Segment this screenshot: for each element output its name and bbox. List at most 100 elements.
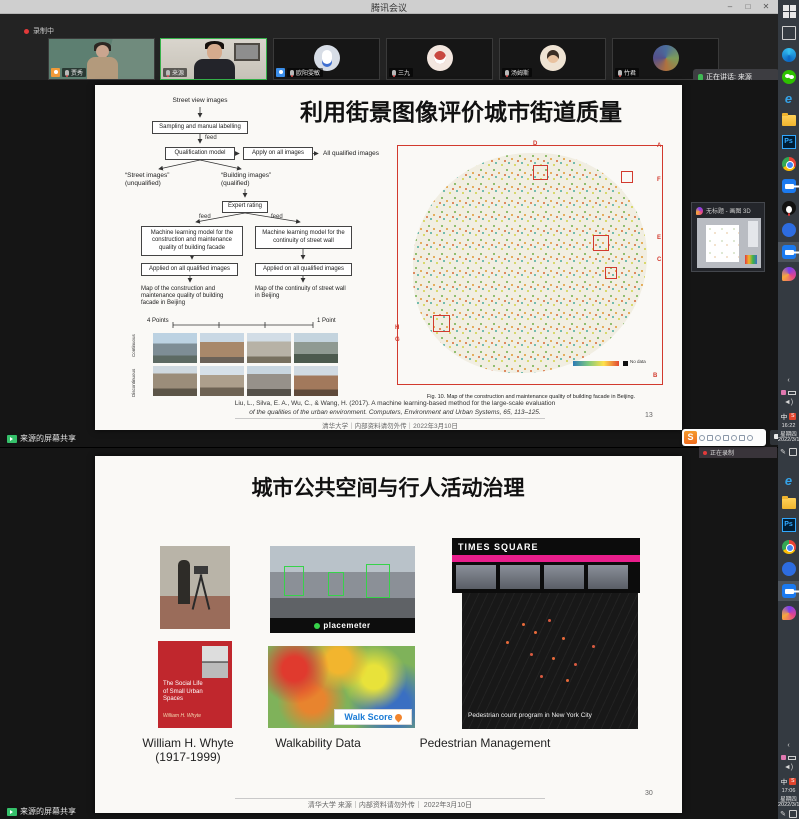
file-explorer-icon[interactable] <box>782 115 796 126</box>
avatar <box>540 45 566 71</box>
flow-sampling: Sampling and manual labelling <box>152 121 248 134</box>
continuous-label: Continuous <box>131 334 136 357</box>
toolbox-icon[interactable] <box>747 435 753 441</box>
battery-icon <box>788 756 796 760</box>
chrome-icon[interactable] <box>782 540 796 554</box>
streetview-photo <box>247 333 291 363</box>
internet-explorer-icon[interactable]: e <box>782 92 796 106</box>
tencent-docs-icon[interactable] <box>782 562 796 576</box>
participant-5-name: 汤姆斯 <box>511 68 529 77</box>
clock-time[interactable]: 16:22 <box>778 423 799 429</box>
action-center-icon <box>789 448 797 456</box>
action-center-icon <box>789 810 797 818</box>
participant-6-namechip: 竹君 <box>615 68 639 77</box>
streetview-photo <box>153 366 197 396</box>
windows-taskbar: e Ps ‹ ◄) 中 S 16:22 星期四 2022/3/10 ✎ e Ps <box>778 0 799 819</box>
streetview-photo <box>200 366 244 396</box>
flow-qualification-model: Qualification model <box>165 147 235 160</box>
paint3d-icon[interactable] <box>782 606 796 620</box>
sogou-logo-icon[interactable]: S <box>684 431 697 444</box>
times-square-website: TIMES SQUARE <box>452 538 640 593</box>
book-cover: The Social Life of Small Urban Spaces Wi… <box>158 641 232 728</box>
battery-icon <box>788 391 796 395</box>
chrome-icon[interactable] <box>782 157 796 171</box>
flow-apply-on-all-images: Apply on all images <box>243 147 313 160</box>
meeting-app-icon[interactable] <box>782 179 796 193</box>
photoshop-icon[interactable]: Ps <box>782 135 796 149</box>
participant-2-namechip: 来源 <box>163 68 187 77</box>
task-view-button[interactable] <box>782 26 796 40</box>
volume-icon[interactable]: ◄) <box>778 764 799 771</box>
tray-status-icons[interactable] <box>780 755 797 760</box>
slide-footer: 清华大学 来源｜内部资料请勿外传｜ 2022年3月10日 <box>195 800 585 810</box>
participant-video-3[interactable]: 欧阳雯敏 <box>273 38 380 80</box>
clock-time[interactable]: 17:06 <box>778 788 799 794</box>
keyboard-icon[interactable] <box>739 435 745 441</box>
mic-muted-icon <box>618 70 622 76</box>
start-button[interactable] <box>782 4 796 18</box>
flow-feed-2: feed <box>199 214 211 220</box>
caption-pedestrian: Pedestrian Management <box>405 736 565 750</box>
recording-dot-icon <box>703 451 707 455</box>
participant-video-2[interactable]: 来源 <box>160 38 267 80</box>
touch-keyboard-row[interactable]: ✎ <box>778 448 799 456</box>
flow-applied-1: Applied on all qualified images <box>141 263 238 276</box>
input-method-tray[interactable]: 中 S <box>778 776 799 786</box>
paint3d-icon[interactable] <box>782 267 796 281</box>
map-nodata-label: No data <box>630 359 646 364</box>
clock-date[interactable]: 2022/3/10 <box>778 802 799 808</box>
paint3d-taskbar-preview[interactable]: 无标题 - 画图 3D <box>691 202 765 272</box>
participant-4-name: 三九 <box>398 68 410 77</box>
participant-video-5[interactable]: 汤姆斯 <box>499 38 606 80</box>
paint3d-preview-thumbnail[interactable] <box>697 218 761 268</box>
flow-feed-1: feed <box>205 135 217 141</box>
window-titlebar: 腾讯会议 – □ ✕ <box>0 0 778 14</box>
slide-30: 城市公共空间与行人活动治理 The Social Life of Small U… <box>95 456 682 813</box>
fullhalf-icon[interactable] <box>707 435 713 441</box>
file-explorer-icon[interactable] <box>782 498 796 509</box>
book-author: William H. Whyte <box>163 713 223 719</box>
meeting-app-active-icon[interactable] <box>782 584 796 598</box>
flow-expert-rating: Expert rating <box>222 201 268 213</box>
slide-title: 城市公共空间与行人活动治理 <box>213 472 563 502</box>
minimize-button[interactable]: – <box>722 1 738 13</box>
tencent-docs-icon[interactable] <box>782 223 796 237</box>
volume-icon[interactable]: ◄) <box>778 399 799 406</box>
punctuation-icon[interactable] <box>715 435 721 441</box>
participant-video-1[interactable]: 贾秀 <box>48 38 155 80</box>
pen-icon: ✎ <box>780 810 786 818</box>
paint3d-icon <box>696 207 703 215</box>
participant-video-4[interactable]: 三九 <box>386 38 493 80</box>
screen-share-icon <box>7 808 17 816</box>
screen-share-2: 城市公共空间与行人活动治理 The Social Life of Small U… <box>0 447 778 819</box>
participant-6-name: 竹君 <box>624 68 636 77</box>
edge-icon[interactable] <box>782 48 796 62</box>
emoji-icon[interactable] <box>723 435 729 441</box>
clock-date[interactable]: 2022/3/10 <box>778 437 799 443</box>
placemeter-label: placemeter <box>323 621 370 630</box>
map-marker-E: E <box>657 235 661 241</box>
footer-divider <box>235 418 545 419</box>
photoshop-icon[interactable]: Ps <box>782 518 796 532</box>
touch-keyboard-row[interactable]: ✎ <box>778 810 799 818</box>
slide-13: 利用街景图像评价城市街道质量 Street view imag <box>95 85 682 430</box>
close-button[interactable]: ✕ <box>758 1 774 13</box>
hidden-icons-chevron[interactable]: ‹ <box>778 742 799 749</box>
map-sample-box <box>593 235 609 251</box>
wechat-icon[interactable] <box>782 70 796 84</box>
wall-picture <box>234 43 260 61</box>
citation-line-1: Liu, L., Silva, E. A., Wu, C., & Wang, H… <box>180 400 610 407</box>
walkscore-heatmap: Walk Score <box>268 646 415 728</box>
sogou-input-toolbar[interactable]: S <box>682 429 766 446</box>
pen-icon: ✎ <box>780 448 786 456</box>
map-legend-gradient <box>573 361 619 366</box>
tray-status-icons[interactable] <box>780 390 797 395</box>
voice-icon[interactable] <box>731 435 737 441</box>
maximize-button[interactable]: □ <box>740 1 756 13</box>
input-method-tray[interactable]: 中 S <box>778 411 799 421</box>
meeting-app-active-icon[interactable] <box>782 245 796 259</box>
internet-explorer-icon[interactable]: e <box>782 474 796 488</box>
input-mode-icon[interactable] <box>699 435 705 441</box>
qq-icon[interactable] <box>782 201 796 215</box>
hidden-icons-chevron[interactable]: ‹ <box>778 377 799 384</box>
